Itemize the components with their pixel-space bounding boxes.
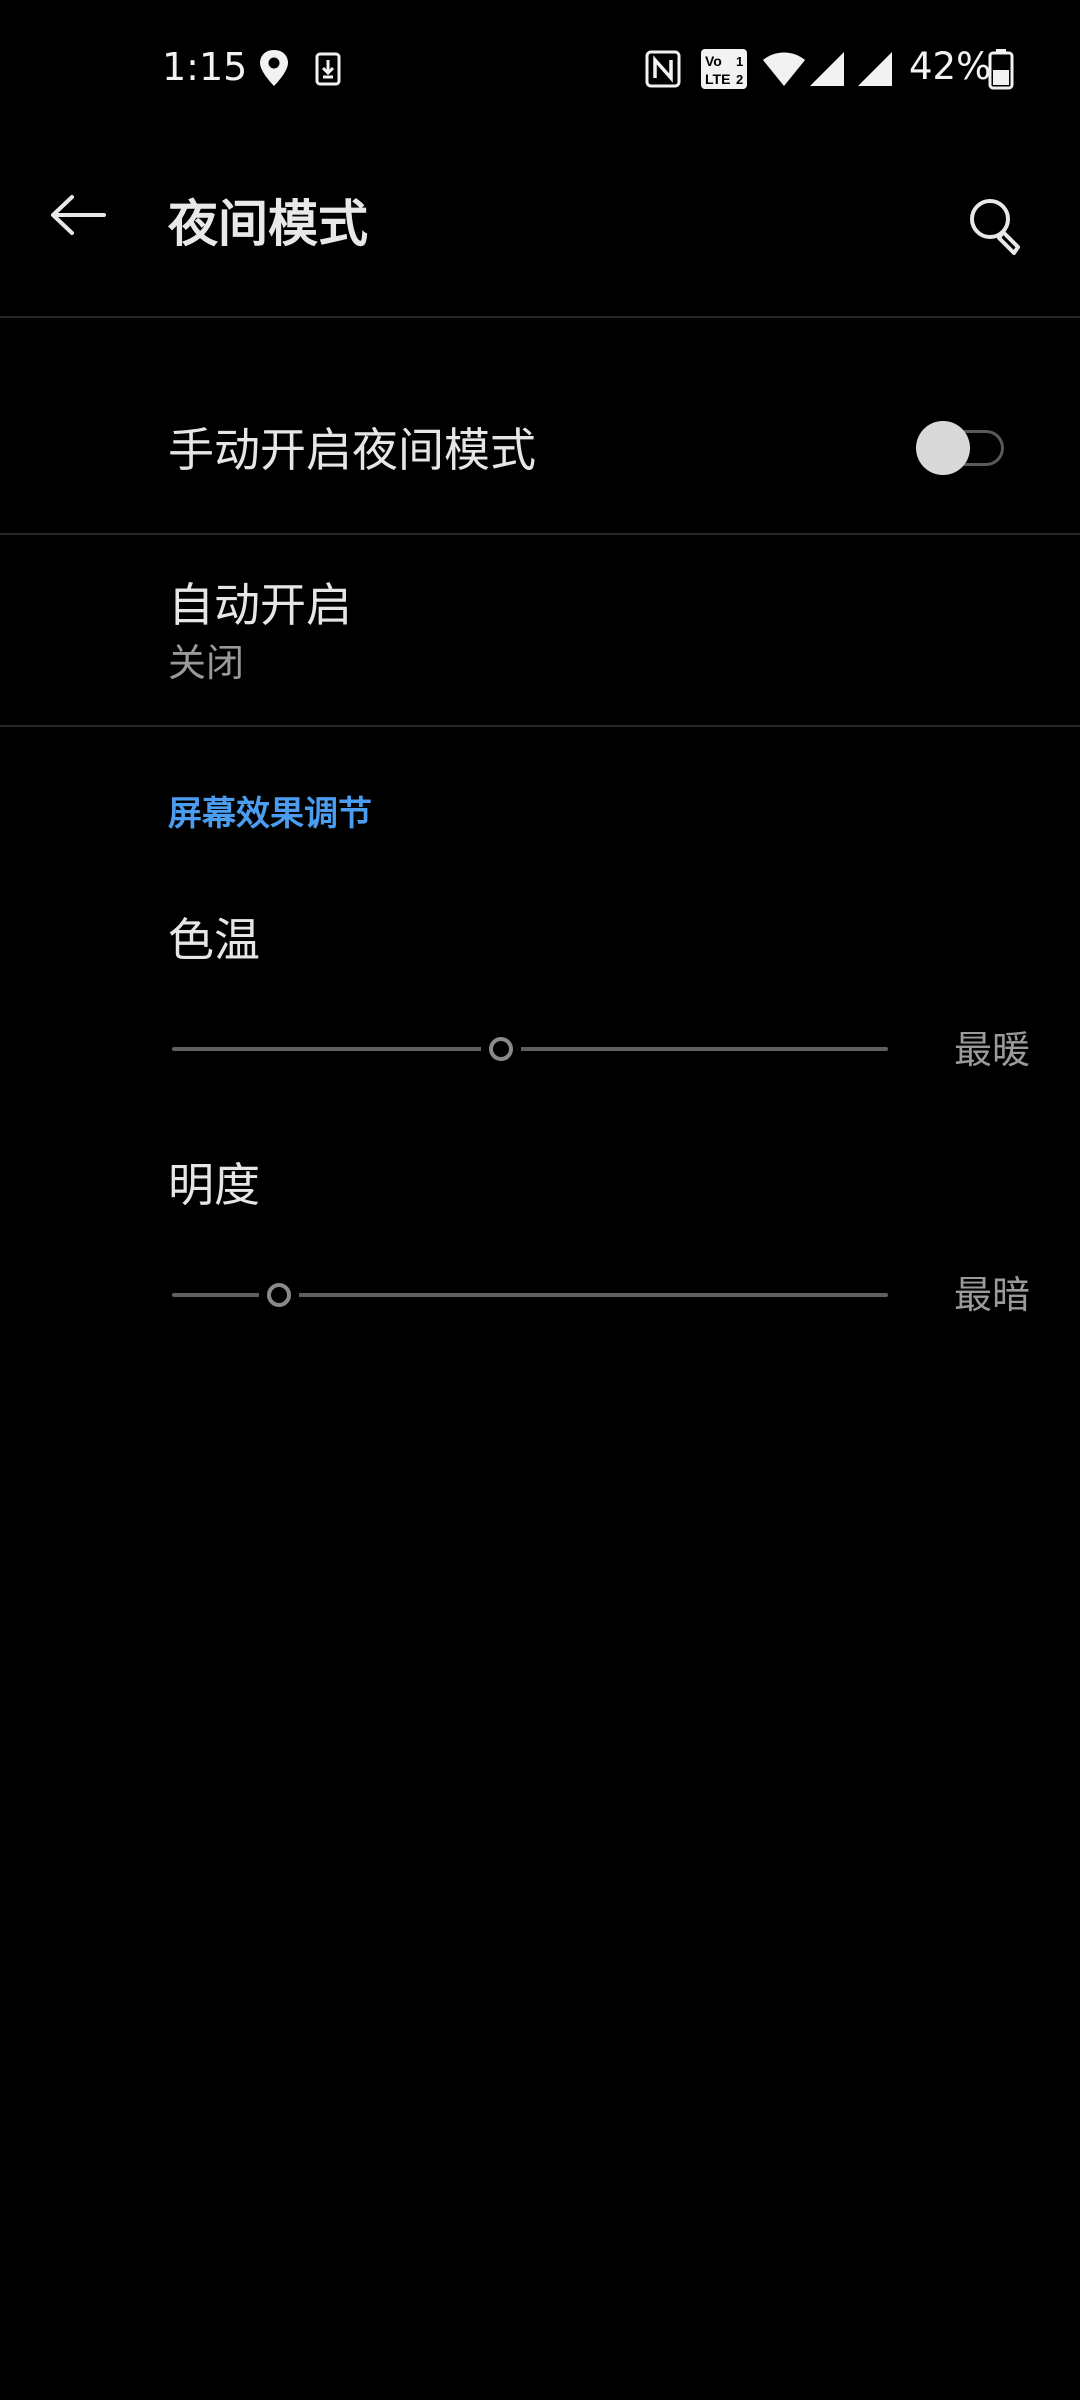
auto-on-value: 关闭 bbox=[168, 641, 245, 685]
section-header-screen-effects: 屏幕效果调节 bbox=[168, 794, 372, 834]
volte-icon: Vo LTE 1 2 bbox=[701, 49, 747, 89]
wifi-icon bbox=[763, 52, 805, 86]
svg-text:Vo: Vo bbox=[705, 53, 722, 69]
svg-text:1: 1 bbox=[736, 54, 743, 69]
svg-text:2: 2 bbox=[736, 72, 743, 87]
color-temp-slider[interactable] bbox=[172, 1024, 888, 1074]
brightness-end-label: 最暗 bbox=[954, 1273, 1031, 1317]
auto-on-label: 自动开启 bbox=[168, 578, 352, 632]
battery-icon bbox=[988, 49, 1014, 90]
search-icon bbox=[970, 199, 1020, 255]
svg-text:LTE: LTE bbox=[705, 71, 730, 87]
color-temp-label: 色温 bbox=[168, 913, 260, 967]
battery-percent: 42% bbox=[909, 45, 992, 88]
status-bar: 1:15 Vo LTE 1 2 42% bbox=[0, 0, 1080, 136]
arrow-left-icon bbox=[51, 195, 106, 235]
search-button[interactable] bbox=[956, 186, 1036, 266]
signal-icon bbox=[858, 52, 892, 86]
toggle-thumb bbox=[916, 421, 970, 475]
brightness-label: 明度 bbox=[168, 1158, 260, 1212]
color-temp-end-label: 最暖 bbox=[954, 1028, 1031, 1072]
row-divider bbox=[0, 725, 1080, 727]
manual-night-mode-toggle[interactable] bbox=[916, 420, 1006, 476]
brightness-slider[interactable] bbox=[172, 1270, 888, 1320]
status-time: 1:15 bbox=[162, 45, 248, 89]
signal-icon bbox=[810, 52, 844, 86]
nfc-icon bbox=[645, 50, 681, 88]
manual-night-mode-label: 手动开启夜间模式 bbox=[168, 423, 536, 477]
page-title: 夜间模式 bbox=[168, 195, 368, 253]
location-icon bbox=[260, 50, 288, 86]
auto-on-row[interactable] bbox=[0, 535, 1080, 725]
download-icon bbox=[315, 52, 341, 86]
back-button[interactable] bbox=[38, 175, 118, 255]
slider-track bbox=[172, 1047, 888, 1051]
